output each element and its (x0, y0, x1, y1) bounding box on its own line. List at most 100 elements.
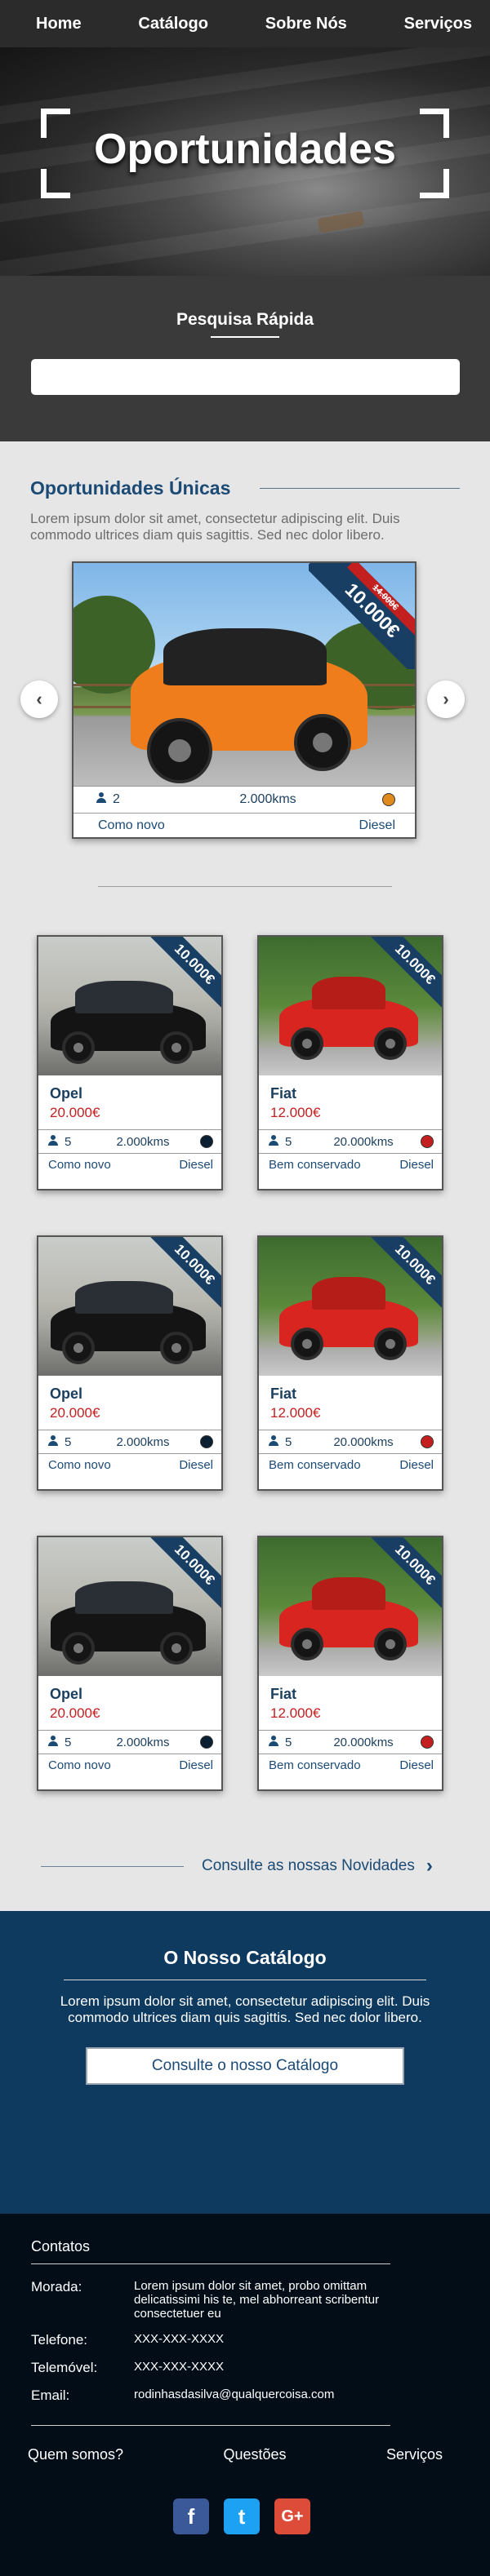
seats-count: 5 (48, 1135, 86, 1149)
nav-catalogo[interactable]: Catálogo (138, 15, 208, 33)
car-brand: Fiat (270, 1686, 297, 1702)
car-stats-row: 5 2.000kms (38, 1430, 221, 1454)
price-ribbon: 10.000€ (368, 937, 442, 1010)
fuel-label: Diesel (359, 818, 395, 832)
color-dot (200, 1736, 213, 1749)
wheel (294, 714, 351, 771)
seats-value: 5 (65, 1434, 72, 1449)
contacts-divider (31, 2263, 390, 2264)
wheel (374, 1328, 407, 1360)
price-ribbon: 10.000€ (148, 1537, 221, 1611)
color-dot (200, 1135, 213, 1148)
wheel (160, 1632, 193, 1665)
price-ribbon: 10.000€ (148, 937, 221, 1010)
car-card[interactable]: 10.000€ Fiat 12.000€ 5 20.000kms Bem con… (257, 1235, 443, 1491)
car-meta-row: Como novo Diesel (38, 1754, 221, 1772)
email-label: Email: (31, 2388, 70, 2403)
nav-home[interactable]: Home (36, 15, 82, 33)
car-image: 10.000€ (38, 1237, 221, 1376)
facebook-icon[interactable]: f (173, 2498, 209, 2534)
title-underline (211, 336, 279, 338)
email-value[interactable]: rodinhasdasilva@qualquercoisa.com (134, 2388, 403, 2404)
email-row: Email: rodinhasdasilva@qualquercoisa.com (31, 2388, 490, 2404)
kms-value: 2.000kms (116, 1735, 170, 1749)
nav-servicos[interactable]: Serviços (404, 15, 472, 33)
featured-carousel: ‹ 14.000€ 10.000€ 2 2.000kms Como novo D… (0, 561, 490, 870)
wheel (291, 1027, 323, 1060)
kms-value: 2.000kms (116, 1434, 170, 1449)
hero-title: Oportunidades (94, 126, 396, 173)
featured-car-card[interactable]: 14.000€ 10.000€ 2 2.000kms Como novo Die… (72, 561, 416, 839)
car-image: 10.000€ (38, 1537, 221, 1676)
car-card[interactable]: 10.000€ Fiat 12.000€ 5 20.000kms Bem con… (257, 1536, 443, 1791)
novidades-divider (41, 1865, 184, 1867)
seats-count: 5 (269, 1435, 306, 1449)
twitter-icon[interactable]: t (224, 2498, 260, 2534)
quick-search-input[interactable] (30, 359, 460, 395)
car-meta-row: Como novo Diesel (74, 814, 415, 833)
wheel (374, 1027, 407, 1060)
chevron-right-icon[interactable]: › (426, 1855, 433, 1878)
novidades-link[interactable]: Consulte as nossas Novidades (202, 1857, 415, 1875)
catalog-button[interactable]: Consulte o nosso Catálogo (86, 2047, 404, 2085)
footer-links: Quem somos? Questões Serviços (0, 2446, 490, 2463)
seats-count: 5 (48, 1736, 86, 1749)
footer-link-quem-somos[interactable]: Quem somos? (28, 2446, 123, 2463)
section-description: Lorem ipsum dolor sit amet, consectetur … (30, 511, 400, 543)
google-plus-icon[interactable]: G+ (274, 2498, 310, 2534)
car-brand: Opel (50, 1085, 83, 1102)
footer-link-questoes[interactable]: Questões (223, 2446, 286, 2463)
kms-value: 20.000kms (333, 1735, 394, 1749)
top-nav: Home Catálogo Sobre Nós Serviços (0, 0, 490, 47)
price-ribbon: 10.000€ (368, 1237, 442, 1310)
nav-sobre-nos[interactable]: Sobre Nós (265, 15, 347, 33)
chevron-right-icon: › (443, 689, 449, 709)
car-card[interactable]: 10.000€ Opel 20.000€ 5 2.000kms Como nov… (37, 1536, 223, 1791)
people-icon (269, 1134, 280, 1146)
wheel (62, 1031, 95, 1064)
fuel-label: Diesel (399, 1458, 434, 1472)
condition-label: Bem conservado (269, 1458, 361, 1472)
color-dot (421, 1135, 434, 1148)
kms-value: 20.000kms (333, 1134, 394, 1149)
wheel (160, 1031, 193, 1064)
fuel-label: Diesel (399, 1758, 434, 1772)
seats-count: 5 (269, 1736, 306, 1749)
footer: Contatos Morada: Lorem ipsum dolor sit a… (0, 2214, 490, 2576)
seats-value: 5 (65, 1134, 72, 1149)
phone-row: Telefone: XXX-XXX-XXXX (31, 2332, 490, 2348)
car-window (163, 628, 327, 685)
ribbon-price: 10.000€ (368, 937, 442, 1010)
car-price: 12.000€ (270, 1105, 321, 1120)
kms-value: 2.000kms (239, 792, 296, 806)
car-card[interactable]: 10.000€ Opel 20.000€ 5 2.000kms Como nov… (37, 935, 223, 1190)
ribbon-price: 10.000€ (368, 1237, 442, 1310)
section-divider (260, 488, 460, 489)
featured-car-image: 14.000€ 10.000€ (74, 563, 415, 786)
wheel (62, 1632, 95, 1665)
people-icon (96, 791, 108, 804)
novidades-row: Consulte as nossas Novidades › (0, 1850, 490, 1882)
car-stats-row: 5 2.000kms (38, 1129, 221, 1154)
car-stats-row: 5 20.000kms (259, 1129, 442, 1154)
address-row: Morada: Lorem ipsum dolor sit amet, prob… (31, 2279, 490, 2321)
car-card[interactable]: 10.000€ Opel 20.000€ 5 2.000kms Como nov… (37, 1235, 223, 1491)
people-icon (269, 1434, 280, 1447)
color-dot (421, 1435, 434, 1448)
mobile-value: XXX-XXX-XXXX (134, 2360, 225, 2374)
car-meta-row: Bem conservado Diesel (259, 1454, 442, 1472)
car-card[interactable]: 10.000€ Fiat 12.000€ 5 20.000kms Bem con… (257, 935, 443, 1190)
car-image: 10.000€ (259, 937, 442, 1075)
footer-link-servicos[interactable]: Serviços (386, 2446, 443, 2463)
car-brand: Fiat (270, 1386, 297, 1402)
seats-count: 2 (96, 791, 154, 807)
car-image: 10.000€ (38, 937, 221, 1075)
car-meta-row: Como novo Diesel (38, 1154, 221, 1172)
phone-value: XXX-XXX-XXXX (134, 2332, 225, 2346)
car-brand: Opel (50, 1686, 83, 1702)
opportunities-section: Oportunidades Únicas Lorem ipsum dolor s… (0, 441, 490, 1882)
car-price: 20.000€ (50, 1405, 100, 1421)
carousel-prev-button[interactable]: ‹ (20, 681, 58, 718)
car-image: 10.000€ (259, 1537, 442, 1676)
carousel-next-button[interactable]: › (427, 681, 465, 718)
